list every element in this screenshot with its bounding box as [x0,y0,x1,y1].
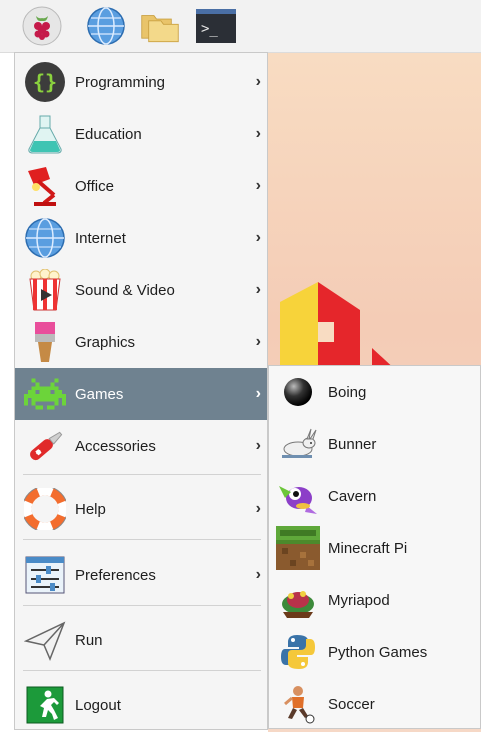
menu-item-label: Games [75,385,124,403]
submenu-item-bunner[interactable]: Bunner [269,418,480,470]
submenu-item-boing[interactable]: Boing [269,366,480,418]
accessories-knife-icon [23,424,67,468]
submenu-arrow-icon: › [255,500,261,517]
submenu-arrow-icon: › [255,333,261,350]
menu-item-label: Internet [75,229,126,247]
submenu-item-label: Soccer [328,695,375,713]
menu-item-label: Education [75,125,142,143]
submenu-item-myriapod[interactable]: Myriapod [269,574,480,626]
games-invader-icon [23,372,67,416]
menu-item-games[interactable]: Games › [15,368,267,420]
menu-item-programming[interactable]: {} Programming › [15,56,267,108]
submenu-arrow-icon: › [255,566,261,583]
menu-item-sound-video[interactable]: Sound & Video › [15,264,267,316]
wallpaper-graphic [280,282,398,372]
menu-item-office[interactable]: Office › [15,160,267,212]
raspberry-pi-menu-icon [22,6,62,46]
submenu-item-minecraft-pi[interactable]: Minecraft Pi [269,522,480,574]
menu-item-accessories[interactable]: Accessories › [15,420,267,472]
bunner-rabbit-icon [275,421,321,467]
submenu-item-soccer[interactable]: Soccer [269,678,480,730]
menu-separator [23,474,261,475]
submenu-item-label: Myriapod [328,591,390,609]
menu-separator [23,539,261,540]
menu-item-internet[interactable]: Internet › [15,212,267,264]
office-lamp-icon [23,164,67,208]
file-manager-button[interactable] [140,6,180,46]
education-flask-icon [23,112,67,156]
menu-item-label: Run [75,631,103,649]
taskbar: >_ [0,0,481,53]
submenu-item-label: Boing [328,383,367,401]
menu-item-label: Accessories [75,437,156,455]
menu-item-logout[interactable]: Logout [15,679,267,731]
minecraft-block-icon [275,525,321,571]
submenu-item-label: Cavern [328,487,377,505]
terminal-button[interactable]: >_ [196,6,236,46]
boing-ball-icon [275,369,321,415]
submenu-item-python-games[interactable]: Python Games [269,626,480,678]
file-manager-folder-icon [141,15,179,43]
submenu-arrow-icon: › [255,437,261,454]
menu-item-label: Preferences [75,566,156,584]
logout-exit-icon [23,683,67,727]
menu-separator [23,670,261,671]
menu-item-graphics[interactable]: Graphics › [15,316,267,368]
help-lifebuoy-icon [23,487,67,531]
internet-globe-icon [23,216,67,260]
submenu-item-label: Python Games [328,643,428,661]
menu-item-label: Graphics [75,333,136,351]
graphics-brush-icon [23,320,67,364]
menu-item-label: Programming [75,73,166,91]
svg-text:{}: {} [33,70,57,94]
submenu-arrow-icon: › [255,229,261,246]
web-browser-button[interactable] [86,6,126,46]
submenu-item-cavern[interactable]: Cavern [269,470,480,522]
menu-item-preferences[interactable]: Preferences › [15,549,267,601]
raspberry-pi-menu-button[interactable] [22,6,62,46]
sound-video-popcorn-icon [23,268,67,312]
menu-item-label: Sound & Video [75,281,175,299]
submenu-arrow-icon: › [255,177,261,194]
myriapod-bug-icon [275,577,321,623]
menu-item-label: Help [75,500,106,518]
submenu-arrow-icon: › [255,73,261,90]
soccer-player-icon [275,681,321,727]
terminal-prompt-text: >_ [201,20,218,37]
submenu-arrow-icon: › [255,385,261,402]
menu-item-label: Logout [75,696,121,714]
menu-item-education[interactable]: Education › [15,108,267,160]
games-submenu: Boing Bunner Cavern Minecraft Pi Myriapo… [268,365,481,729]
preferences-sliders-icon [23,553,67,597]
programming-icon: {} [23,60,67,104]
menu-item-run[interactable]: Run [15,614,267,666]
terminal-icon: >_ [196,9,236,43]
submenu-arrow-icon: › [255,125,261,142]
run-paper-plane-icon [23,618,67,662]
menu-item-help[interactable]: Help › [15,483,267,535]
submenu-item-label: Minecraft Pi [328,539,408,557]
menu-separator [23,605,261,606]
applications-menu: {} Programming › Education › Office › In… [14,52,268,730]
cavern-dragon-icon [275,473,321,519]
web-browser-globe-icon [87,7,125,45]
submenu-item-label: Bunner [328,435,377,453]
python-logo-icon [275,629,321,675]
submenu-arrow-icon: › [255,281,261,298]
menu-item-label: Office [75,177,114,195]
